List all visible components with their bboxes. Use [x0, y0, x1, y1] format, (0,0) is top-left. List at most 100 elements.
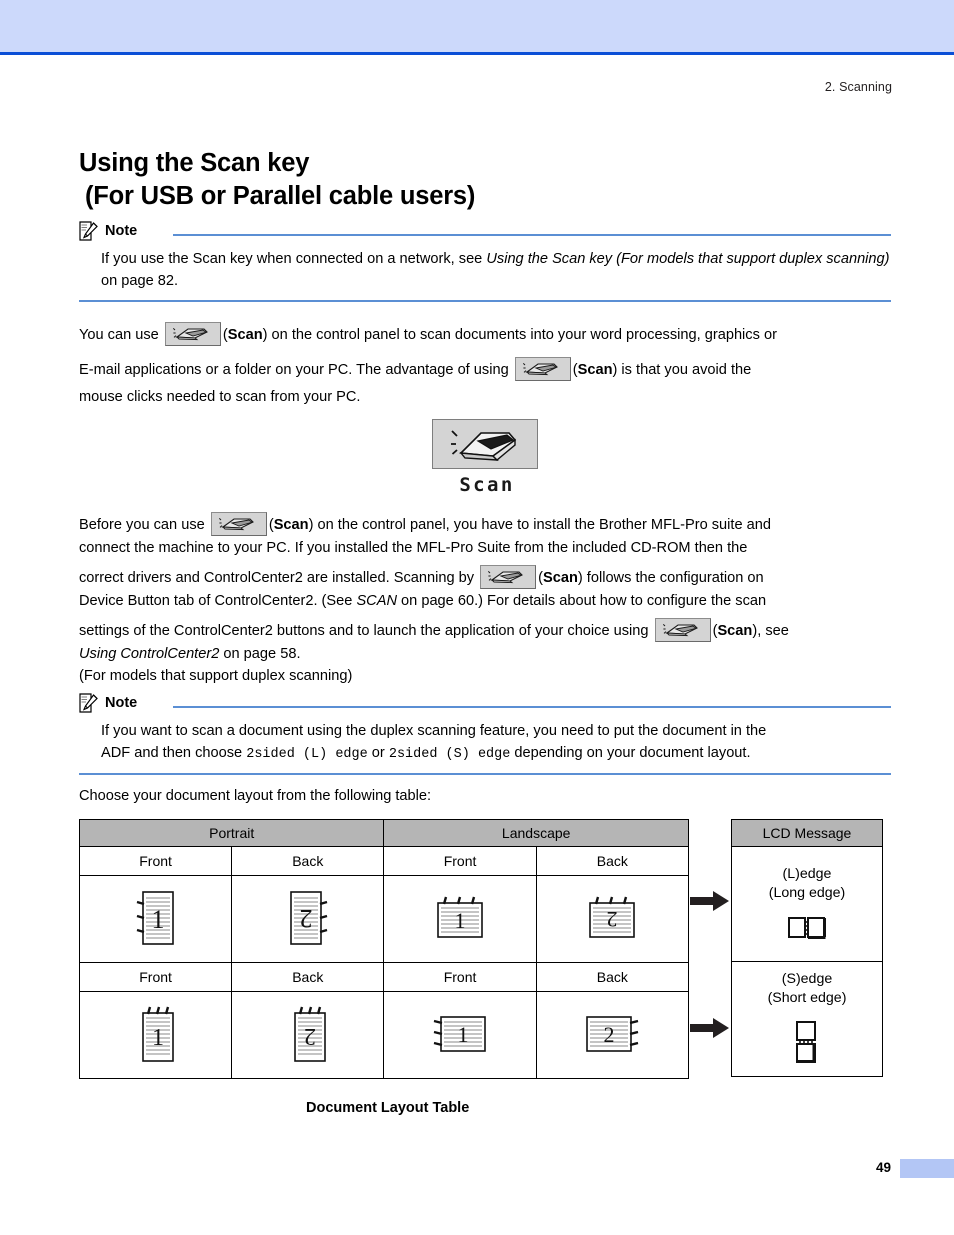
para5-text-a: settings of the ControlCenter2 buttons a… — [79, 623, 653, 639]
note2-mono-ssided: 2sided (S) edge — [388, 746, 511, 762]
note-body-2: If you want to scan a document using the… — [101, 721, 891, 765]
page-title-line1: Using the Scan key — [79, 149, 310, 178]
svg-text:2: 2 — [607, 907, 618, 932]
page-thumb-portrait-front-2: 1 — [78, 991, 233, 1079]
scan-key-icon — [654, 618, 711, 642]
paragraph-5: settings of the ControlCenter2 buttons a… — [79, 618, 894, 687]
paragraph-3: Before you can use (Scan) on the control… — [79, 512, 894, 559]
subheader-portrait-front-1: Front — [78, 846, 233, 876]
page-thumb-portrait-back-1: 2 — [231, 875, 385, 963]
note2-line1: If you want to scan a document using the… — [101, 723, 767, 739]
scan-key-icon — [210, 512, 267, 536]
page-title-line2: (For USB or Parallel cable users) — [85, 182, 476, 211]
footer-accent-block — [900, 1159, 954, 1178]
page-thumb-landscape-back-1: 2 — [535, 875, 690, 963]
page-thumb-landscape-front-1: 1 — [383, 875, 537, 963]
arrow-to-lcd-1 — [690, 890, 730, 912]
note-header: Note — [79, 693, 891, 716]
page-number: 49 — [875, 1160, 891, 1175]
para4-text-a: correct drivers and ControlCenter2 are i… — [79, 570, 479, 586]
arrow-to-lcd-2 — [690, 1017, 730, 1039]
note-block-1: Note If you use the Scan key when connec… — [79, 221, 891, 302]
para3-scan-bold: Scan — [273, 517, 309, 533]
table-header-row: Portrait Landscape — [78, 819, 689, 847]
para1-text-a: You can use — [79, 327, 163, 343]
note-body-1: If you use the Scan key when connected o… — [101, 249, 891, 292]
paragraph-1: You can use (Scan) on the control panel … — [79, 320, 894, 351]
para5-text-f: (For models that support duplex scanning… — [79, 668, 353, 684]
note2-mono-lsided: 2sided (L) edge — [246, 746, 368, 762]
table-row: 1 2 1 2 — [78, 991, 690, 1079]
note2-text-b: or — [367, 744, 389, 761]
scan-key-icon — [480, 565, 537, 589]
subheader-portrait-back-1: Back — [231, 846, 385, 876]
lcd-short-edge-line2: (Short edge) — [767, 989, 847, 1006]
para2-scan-bold: Scan — [577, 362, 613, 378]
para4-line2: Device Button tab of ControlCenter2. (Se… — [79, 590, 894, 612]
para1-text-c: ) on the control panel to scan documents… — [262, 327, 777, 343]
para1-scan-bold: Scan — [227, 327, 263, 343]
header-landscape: Landscape — [383, 819, 689, 847]
table-row: 1 2 1 2 — [78, 875, 690, 963]
paragraph-2: E-mail applications or a folder on your … — [79, 355, 894, 409]
note1-text-a: If you use the Scan key when connected o… — [101, 251, 487, 267]
lcd-header-row: LCD Message — [731, 819, 883, 847]
document-layout-table: Portrait Landscape Front Back Front Back… — [78, 819, 690, 1079]
note-rule — [173, 234, 891, 236]
page-title: Using the Scan key (For USB or Parallel … — [79, 147, 899, 213]
scan-key-icon — [164, 322, 221, 346]
table-row: (S)edge (Short edge) — [731, 961, 883, 1077]
scan-key-icon — [514, 357, 571, 381]
para3-text-d: connect the machine to your PC. If you i… — [79, 540, 748, 556]
table-subheader-row-2: Front Back Front Back — [78, 962, 690, 992]
svg-text:2: 2 — [604, 1022, 615, 1047]
para4-scan-italic: SCAN — [356, 593, 397, 609]
subheader-portrait-back-2: Back — [231, 962, 385, 992]
scan-key-button-graphic — [432, 419, 538, 469]
subheader-landscape-back-2: Back — [535, 962, 690, 992]
table-caption: Document Layout Table — [306, 1100, 470, 1116]
header-portrait: Portrait — [78, 819, 385, 847]
note-rule-bottom — [79, 300, 891, 302]
para2-text-a: E-mail applications or a folder on your … — [79, 362, 513, 378]
scan-key-figure: Scan — [432, 419, 542, 496]
note2-line2: ADF and then choose 2sided (L) edge or 2… — [101, 743, 891, 766]
page-thumb-landscape-back-2: 2 — [535, 991, 690, 1079]
lcd-short-edge-line1: (S)edge — [781, 970, 833, 987]
note-pencil-icon — [79, 693, 98, 714]
para5-line2: Using ControlCenter2 on page 58. — [79, 643, 894, 665]
scanner-icon — [451, 430, 517, 461]
para4-text-d: Device Button tab of ControlCenter2. (Se… — [79, 593, 357, 609]
svg-text:1: 1 — [455, 908, 466, 933]
short-edge-binding-icon — [732, 1020, 882, 1069]
page-header-band — [0, 0, 954, 55]
lcd-long-edge-line2: (Long edge) — [768, 884, 846, 901]
note1-text-italic: Using the Scan key (For models that supp… — [486, 251, 890, 267]
para4-scan-bold: Scan — [542, 570, 578, 586]
note1-text-c: on page 82. — [101, 272, 179, 289]
lcd-long-edge-line1: (L)edge — [782, 865, 832, 882]
para4-text-c: ) follows the configuration on — [577, 570, 764, 586]
lcd-cell-short-edge: (S)edge (Short edge) — [731, 961, 883, 1077]
note-block-2: Note If you want to scan a document usin… — [79, 693, 891, 775]
page-thumb-portrait-back-2: 2 — [231, 991, 385, 1079]
para2-text-d: mouse clicks needed to scan from your PC… — [79, 389, 361, 405]
table-row: (L)edge (Long edge) — [731, 846, 883, 962]
paragraph-4: correct drivers and ControlCenter2 are i… — [79, 565, 894, 612]
page-thumb-portrait-front-1: 1 — [78, 875, 233, 963]
para3-text-a: Before you can use — [79, 517, 209, 533]
svg-text:1: 1 — [152, 1025, 164, 1051]
note-header: Note — [79, 221, 891, 244]
subheader-landscape-back-1: Back — [535, 846, 690, 876]
note-rule — [173, 706, 891, 708]
lcd-cell-long-edge: (L)edge (Long edge) — [731, 846, 883, 962]
svg-text:1: 1 — [151, 905, 164, 934]
para5-scan-bold: Scan — [717, 623, 753, 639]
table-subheader-row-1: Front Back Front Back — [78, 846, 690, 876]
para5-text-c: ), see — [752, 623, 789, 639]
scan-figure-caption: Scan — [459, 474, 515, 496]
para3-text-c: ) on the control panel, you have to inst… — [308, 517, 771, 533]
page-thumb-landscape-front-2: 1 — [383, 991, 537, 1079]
subheader-portrait-front-2: Front — [78, 962, 233, 992]
note-label: Note — [105, 695, 138, 711]
